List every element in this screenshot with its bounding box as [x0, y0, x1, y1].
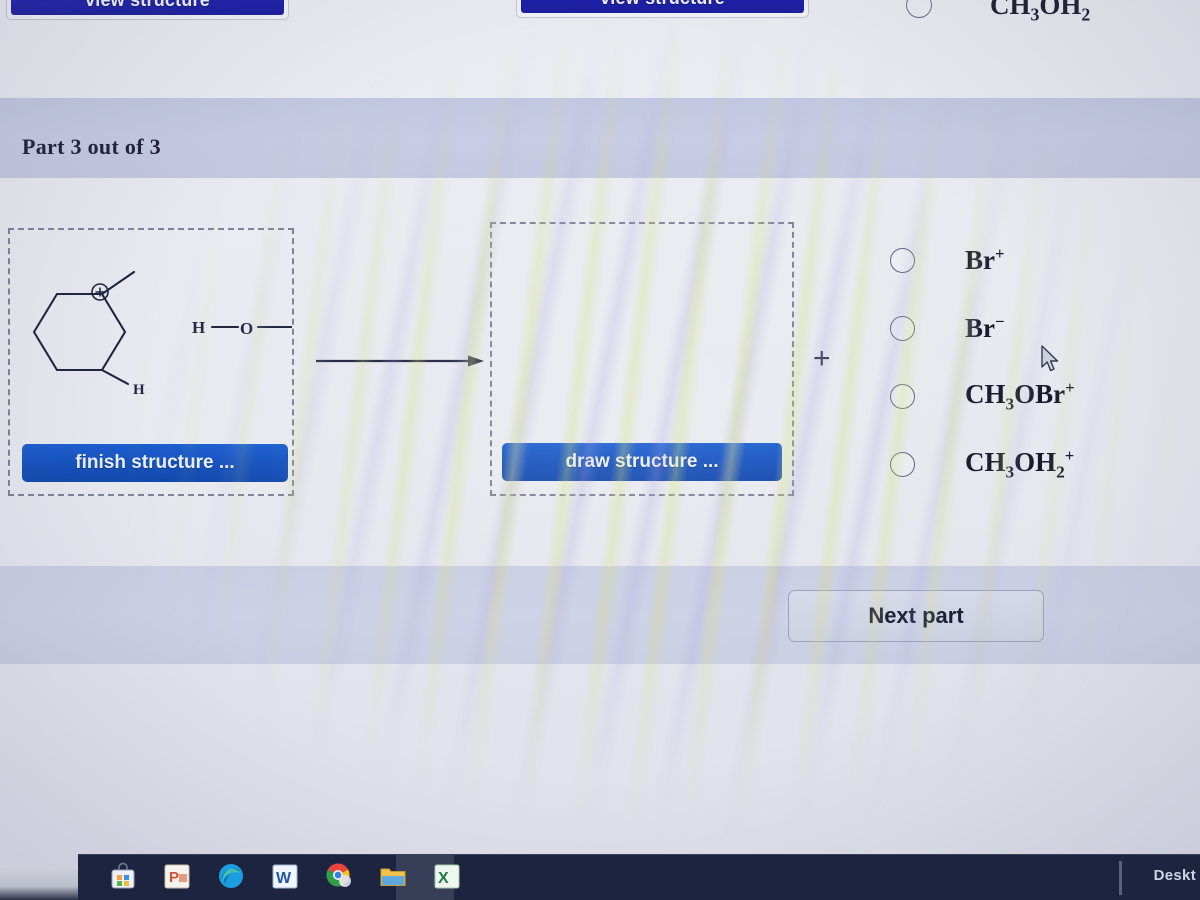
part-banner [0, 98, 1200, 178]
top-option-label-partial: CH3OH2 [990, 0, 1091, 25]
view-structure-button-2[interactable]: view structure [521, 0, 804, 13]
microsoft-store-icon[interactable] [108, 861, 138, 891]
question-navigation-bar: ‹ Prev 6 of 11 Next › [0, 770, 1200, 840]
svg-text:P: P [169, 869, 179, 886]
svg-text:W: W [276, 870, 292, 887]
radio-button[interactable] [890, 315, 915, 341]
reactant-structure-drawing: H H O [32, 270, 292, 398]
option-row[interactable]: CH3OH2+ [884, 430, 1184, 498]
microsoft-excel-icon[interactable]: X [432, 861, 462, 891]
option-label: CH3OH2+ [965, 445, 1075, 482]
radio-button[interactable] [890, 451, 915, 477]
powerpoint-icon[interactable]: P [162, 861, 192, 891]
atom-label-h-ring: H [133, 382, 145, 398]
windows-taskbar: P W X Deskt [78, 854, 1200, 900]
finish-structure-button[interactable]: finish structure ... [22, 444, 288, 482]
view-structure-button-1[interactable]: view structure [11, 0, 284, 15]
taskbar-icon-strip: P W X [108, 861, 462, 891]
part-banner-label: Part 3 out of 3 [22, 134, 161, 159]
svg-text:X: X [438, 870, 449, 887]
microsoft-edge-icon[interactable] [216, 861, 246, 891]
option-row[interactable]: CH3OBr+ [884, 362, 1184, 430]
answer-options-group: Br+ Br− CH3OBr+ CH3OH2+ [884, 226, 1184, 498]
mouse-cursor-icon [1041, 345, 1059, 372]
reaction-arrow-icon [316, 355, 484, 367]
taskbar-divider [1119, 861, 1122, 895]
option-row[interactable]: Br+ [884, 226, 1184, 294]
screen-bezel-left [0, 866, 78, 900]
google-chrome-icon[interactable] [324, 861, 354, 891]
draw-structure-button[interactable]: draw structure ... [502, 443, 782, 481]
atom-label-o: O [240, 319, 253, 338]
screenshot-root: view structure view structure CH3OH2 Par… [0, 0, 1200, 900]
option-label: CH3OBr+ [965, 377, 1075, 414]
next-part-button[interactable]: Next part [788, 590, 1044, 642]
view-structure-panel-1: view structure [6, 0, 289, 20]
option-label: Br+ [965, 244, 1005, 275]
file-explorer-icon[interactable] [378, 861, 408, 891]
radio-button[interactable] [890, 383, 915, 409]
show-desktop-label[interactable]: Deskt [1154, 867, 1196, 884]
radio-button[interactable] [890, 247, 915, 273]
option-label: Br− [965, 312, 1005, 343]
option-row[interactable]: Br− [884, 294, 1184, 362]
microsoft-word-icon[interactable]: W [270, 861, 300, 891]
plus-sign: + [813, 342, 831, 375]
atom-label-h-hydroxyl: H [192, 318, 205, 337]
view-structure-panel-2: view structure [516, 0, 809, 18]
